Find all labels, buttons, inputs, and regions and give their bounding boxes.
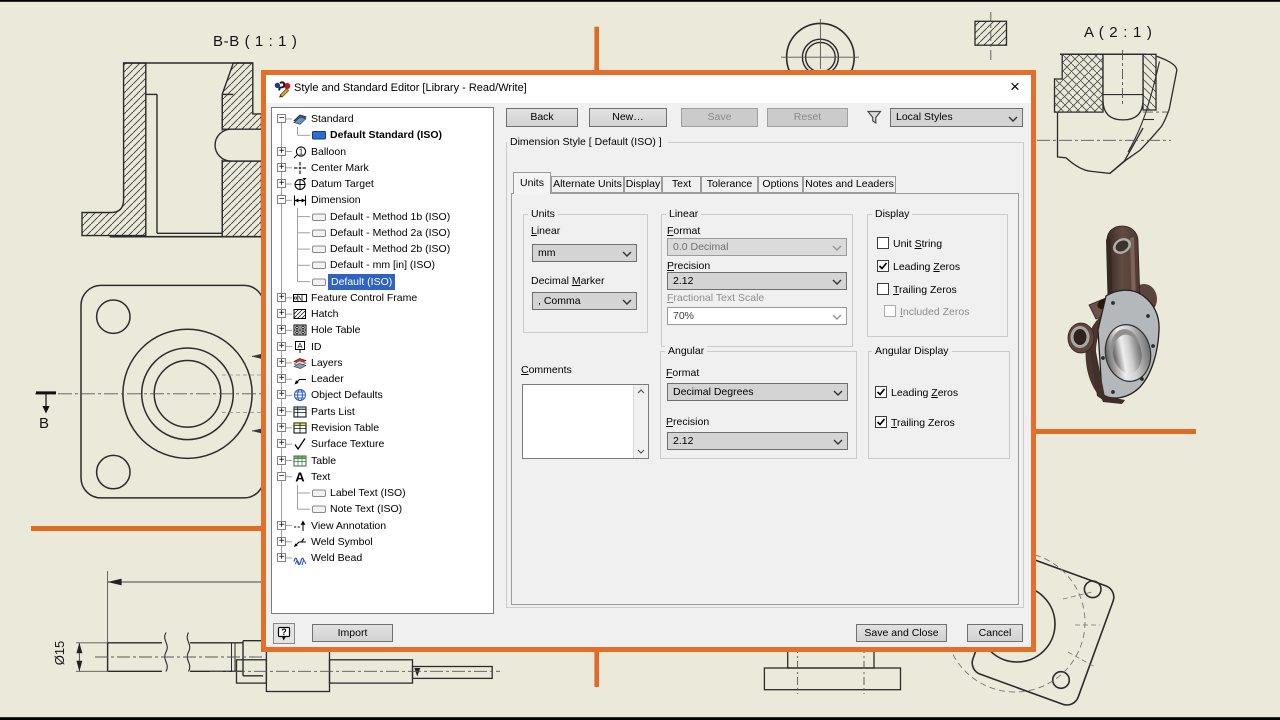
svg-text:?: ? [281,627,287,637]
svg-text:1: 1 [299,147,304,156]
svg-text:B: B [39,415,49,432]
svg-text:A: A [295,470,305,484]
svg-text:Ø15: Ø15 [52,641,67,666]
svg-text:B-B ( 1 : 1 ): B-B ( 1 : 1 ) [213,33,298,50]
svg-text:A: A [297,341,302,350]
svg-text:A ( 2 : 1 ): A ( 2 : 1 ) [1084,24,1153,41]
